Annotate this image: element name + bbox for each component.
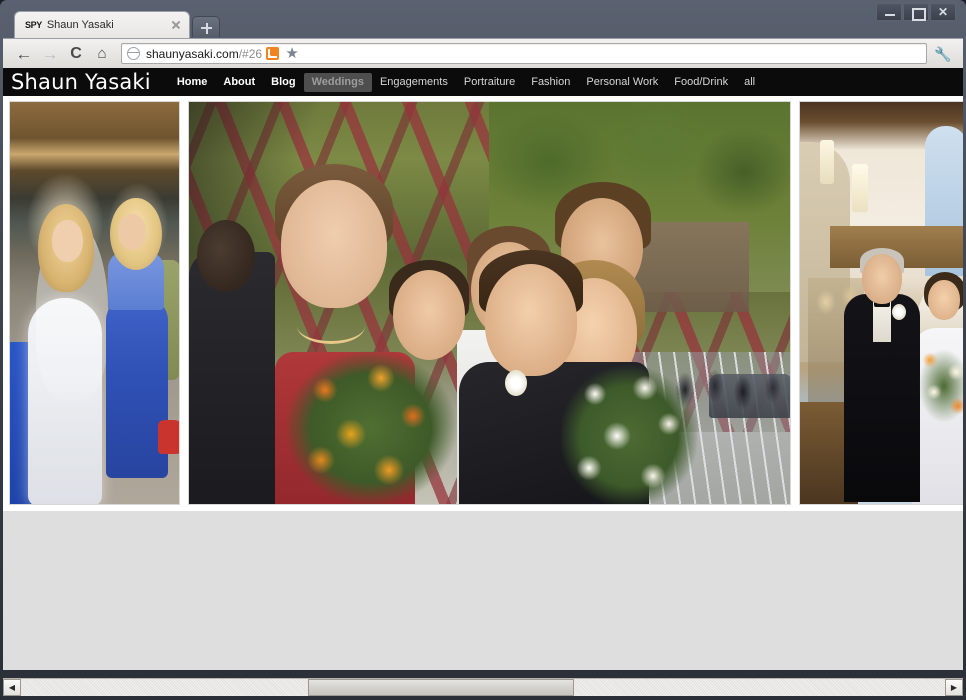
tab-strip: SPY Shaun Yasaki ✕	[0, 0, 966, 38]
photo-detail	[820, 140, 834, 184]
horizontal-scrollbar[interactable]: ◀ ▶	[3, 678, 963, 696]
page-empty-area	[3, 511, 963, 666]
scrollbar-track[interactable]	[21, 679, 945, 696]
rss-feed-button[interactable]	[262, 44, 282, 64]
photo-detail	[118, 214, 146, 250]
photo-detail	[892, 304, 906, 320]
nav-item-food-drink[interactable]: Food/Drink	[666, 73, 736, 92]
browser-toolbar: ← → C ⌂ shaunyasaki.com/#26 ★ 🔧	[3, 38, 963, 68]
arrow-right-icon: →	[41, 44, 59, 63]
page-viewport: Shaun Yasaki Home About Blog Weddings En…	[3, 68, 963, 670]
scrollbar-thumb[interactable]	[308, 679, 574, 696]
nav-item-all[interactable]: all	[736, 73, 763, 92]
tab-title: Shaun Yasaki	[46, 19, 114, 31]
nav-item-portraiture[interactable]: Portraiture	[456, 73, 523, 92]
chrome-menu-button[interactable]: 🔧	[931, 42, 955, 66]
photo-detail	[297, 308, 365, 344]
photo-detail	[485, 264, 577, 376]
nav-item-fashion[interactable]: Fashion	[523, 73, 578, 92]
photo-detail	[158, 420, 179, 454]
photo-image	[800, 102, 963, 504]
minimize-icon	[877, 4, 901, 20]
scroll-right-button[interactable]: ▶	[945, 679, 963, 696]
photo-detail	[52, 220, 83, 262]
window-close-button[interactable]: ✕	[930, 3, 956, 21]
home-icon: ⌂	[97, 45, 107, 62]
tab-favicon: SPY	[25, 19, 42, 30]
photo-gallery	[3, 96, 963, 511]
reload-icon: C	[70, 44, 82, 62]
browser-window: SPY Shaun Yasaki ✕ ← → C ⌂ shaunyasaki.c…	[0, 0, 966, 700]
forward-button[interactable]: →	[37, 41, 63, 67]
nav-item-blog[interactable]: Blog	[263, 73, 303, 92]
rss-feed-icon	[265, 47, 279, 60]
arrow-left-icon: ←	[15, 44, 33, 63]
photo-detail	[197, 220, 255, 292]
window-maximize-button[interactable]	[903, 3, 929, 21]
photo-detail	[393, 270, 465, 360]
site-nav: Home About Blog Weddings Engagements Por…	[169, 72, 763, 92]
photo-detail	[561, 364, 697, 504]
reload-button[interactable]: C	[63, 41, 89, 67]
nav-item-engagements[interactable]: Engagements	[372, 73, 456, 92]
browser-tab[interactable]: SPY Shaun Yasaki	[14, 11, 190, 38]
photo-detail	[912, 340, 963, 432]
nav-item-weddings[interactable]: Weddings	[303, 72, 372, 92]
url-domain: shaunyasaki.com	[146, 46, 239, 61]
photo-detail	[928, 280, 960, 320]
photo-detail	[285, 350, 457, 504]
scroll-left-button[interactable]: ◀	[3, 679, 21, 696]
photo-detail	[505, 370, 527, 396]
window-minimize-button[interactable]	[876, 3, 902, 21]
wrench-icon: 🔧	[934, 45, 952, 62]
photo-image	[189, 102, 790, 504]
back-button[interactable]: ←	[11, 41, 37, 67]
nav-item-home[interactable]: Home	[169, 73, 216, 92]
site-header: Shaun Yasaki Home About Blog Weddings En…	[3, 68, 963, 96]
new-tab-button[interactable]	[192, 16, 220, 37]
address-bar[interactable]: shaunyasaki.com/#26 ★	[121, 43, 927, 64]
tab-close-icon[interactable]	[169, 18, 183, 32]
page-globe-icon	[126, 47, 140, 60]
bookmark-button[interactable]: ★	[282, 44, 302, 64]
photo-detail	[862, 254, 902, 304]
gallery-photo-wedding-party-bridge[interactable]	[188, 101, 791, 505]
photo-detail	[281, 180, 387, 308]
maximize-icon	[904, 4, 928, 21]
home-button[interactable]: ⌂	[89, 41, 115, 67]
gallery-photo-bride-bridesmaid[interactable]	[9, 101, 180, 505]
star-icon: ★	[285, 45, 299, 62]
url-text: shaunyasaki.com/#26	[146, 47, 262, 61]
nav-item-personal-work[interactable]: Personal Work	[578, 73, 666, 92]
photo-detail	[873, 302, 891, 342]
photo-image	[10, 102, 179, 504]
nav-item-about[interactable]: About	[215, 73, 263, 92]
site-logo[interactable]: Shaun Yasaki	[11, 71, 151, 93]
close-icon: ✕	[937, 5, 949, 19]
photo-detail	[852, 164, 868, 212]
gallery-photo-church-aisle[interactable]	[799, 101, 963, 505]
window-controls: ✕	[876, 3, 956, 21]
url-fragment: /#26	[238, 46, 263, 61]
